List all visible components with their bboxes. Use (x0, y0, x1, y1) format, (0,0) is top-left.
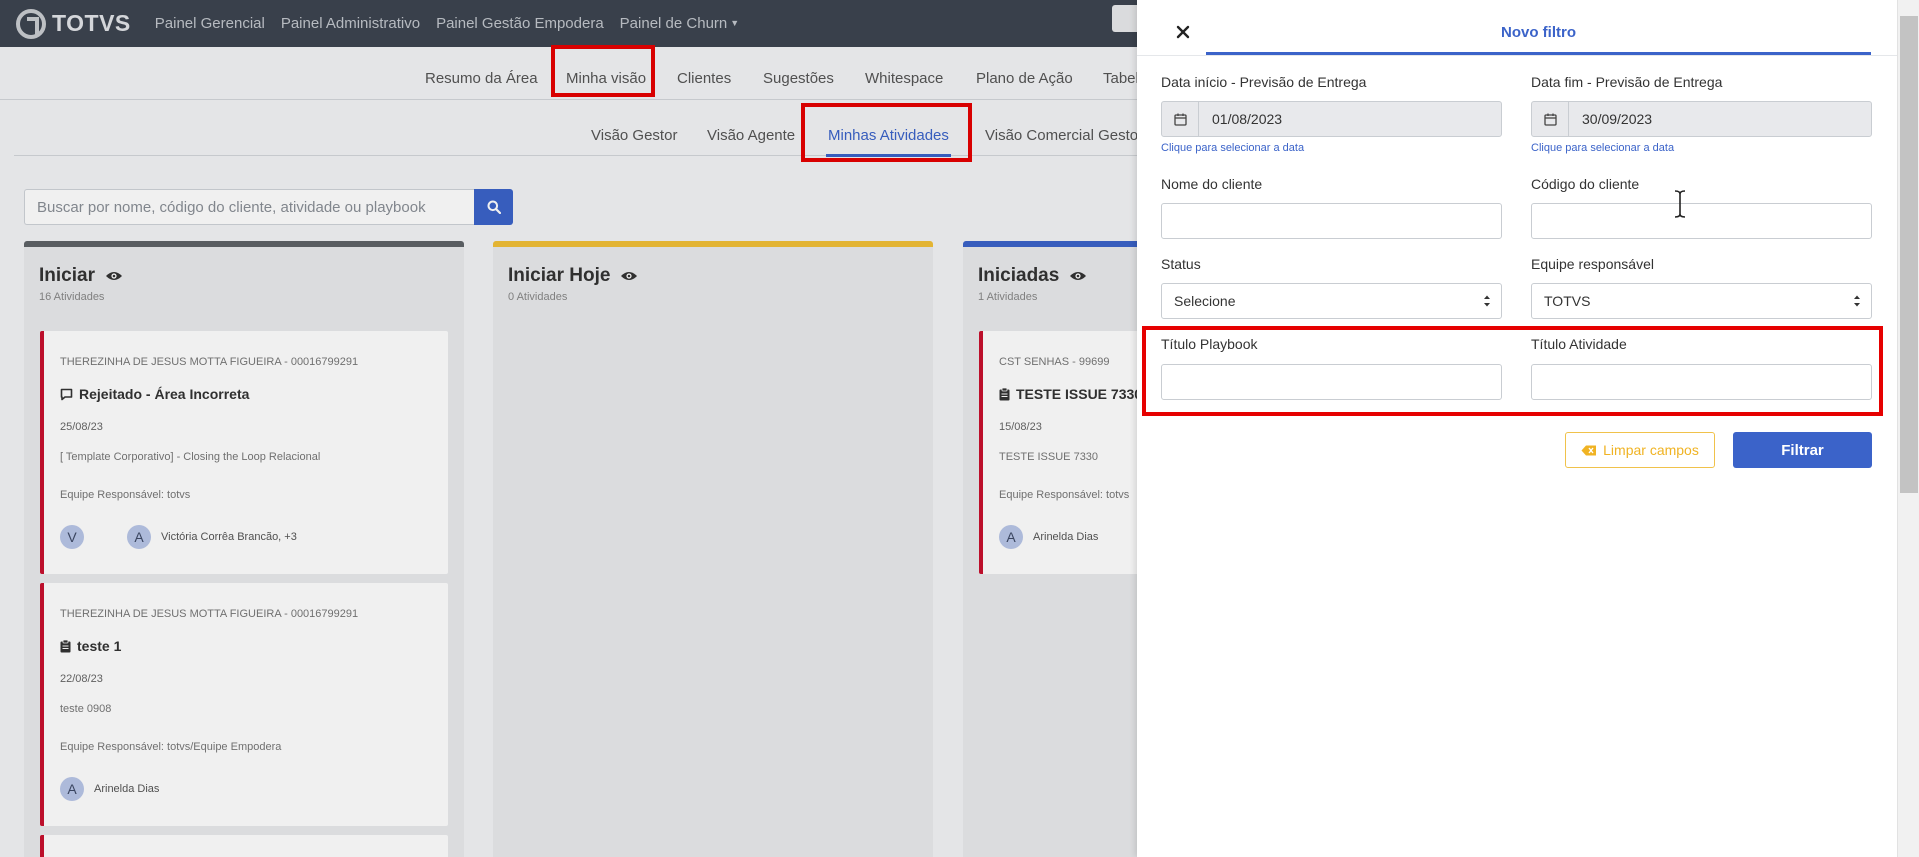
date-end-hint-link[interactable]: Clique para selecionar a data (1531, 142, 1674, 154)
date-end-field[interactable]: 30/09/2023 (1531, 101, 1872, 137)
select-arrows-icon (1854, 295, 1860, 307)
client-name-label: Nome do cliente (1161, 176, 1263, 192)
team-label: Equipe responsável (1531, 256, 1654, 272)
filter-panel: Novo filtro Data início - Previsão de En… (1137, 0, 1897, 857)
scrollbar-thumb[interactable] (1900, 16, 1918, 493)
select-arrows-icon (1484, 295, 1490, 307)
playbook-title-input[interactable] (1161, 364, 1502, 400)
text-cursor-icon (1674, 190, 1686, 218)
activity-title-input[interactable] (1531, 364, 1872, 400)
date-start-value: 01/08/2023 (1212, 111, 1283, 127)
panel-divider (1137, 55, 1897, 56)
status-label: Status (1161, 256, 1201, 272)
client-name-input[interactable] (1161, 203, 1502, 239)
activity-title-label: Título Atividade (1531, 336, 1627, 352)
clear-fields-button[interactable]: Limpar campos (1565, 432, 1715, 468)
client-code-input[interactable] (1531, 203, 1872, 239)
date-start-hint-link[interactable]: Clique para selecionar a data (1161, 142, 1304, 154)
calendar-icon (1162, 102, 1199, 136)
date-start-label: Data início - Previsão de Entrega (1161, 74, 1367, 90)
filter-button[interactable]: Filtrar (1733, 432, 1872, 468)
close-button[interactable] (1173, 22, 1193, 42)
playbook-title-label: Título Playbook (1161, 336, 1258, 352)
status-select[interactable]: Selecione (1161, 283, 1502, 319)
date-end-value: 30/09/2023 (1582, 111, 1653, 127)
team-select-value: TOTVS (1544, 293, 1591, 309)
scrollbar[interactable] (1897, 0, 1919, 857)
date-start-field[interactable]: 01/08/2023 (1161, 101, 1502, 137)
close-icon (1176, 25, 1190, 39)
client-code-label: Código do cliente (1531, 176, 1640, 192)
team-select[interactable]: TOTVS (1531, 283, 1872, 319)
filter-button-label: Filtrar (1781, 441, 1824, 459)
tab-novo-filtro[interactable]: Novo filtro (1206, 0, 1871, 55)
calendar-icon (1532, 102, 1569, 136)
date-end-label: Data fim - Previsão de Entrega (1531, 74, 1723, 90)
tab-novo-filtro-label: Novo filtro (1501, 24, 1576, 41)
clear-fields-label: Limpar campos (1603, 442, 1699, 458)
backspace-icon (1581, 445, 1597, 455)
status-select-value: Selecione (1174, 293, 1236, 309)
